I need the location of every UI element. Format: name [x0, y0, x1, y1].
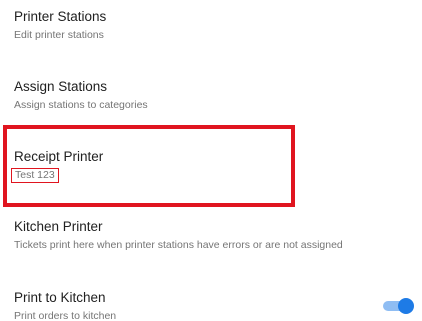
receipt-printer-item[interactable]: Receipt Printer Test 123	[0, 149, 422, 183]
assign-stations-item[interactable]: Assign Stations Assign stations to categ…	[0, 79, 422, 112]
printer-stations-item[interactable]: Printer Stations Edit printer stations	[0, 9, 422, 42]
print-to-kitchen-subtitle: Print orders to kitchen	[14, 310, 117, 321]
assign-stations-title: Assign Stations	[14, 79, 108, 94]
printer-stations-title: Printer Stations	[14, 9, 107, 24]
settings-list: Printer Stations Edit printer stations A…	[0, 0, 422, 321]
receipt-printer-title: Receipt Printer	[14, 149, 104, 164]
kitchen-printer-title: Kitchen Printer	[14, 219, 103, 234]
kitchen-printer-item[interactable]: Kitchen Printer Tickets print here when …	[0, 219, 422, 252]
assign-stations-subtitle: Assign stations to categories	[14, 99, 148, 111]
print-to-kitchen-title: Print to Kitchen	[14, 290, 106, 305]
receipt-printer-value: Test 123	[11, 168, 59, 183]
print-to-kitchen-toggle[interactable]	[381, 298, 415, 314]
printer-stations-subtitle: Edit printer stations	[14, 29, 104, 41]
kitchen-printer-subtitle: Tickets print here when printer stations…	[14, 239, 343, 251]
print-to-kitchen-item[interactable]: Print to Kitchen Print orders to kitchen	[0, 290, 422, 321]
toggle-thumb	[398, 298, 414, 314]
